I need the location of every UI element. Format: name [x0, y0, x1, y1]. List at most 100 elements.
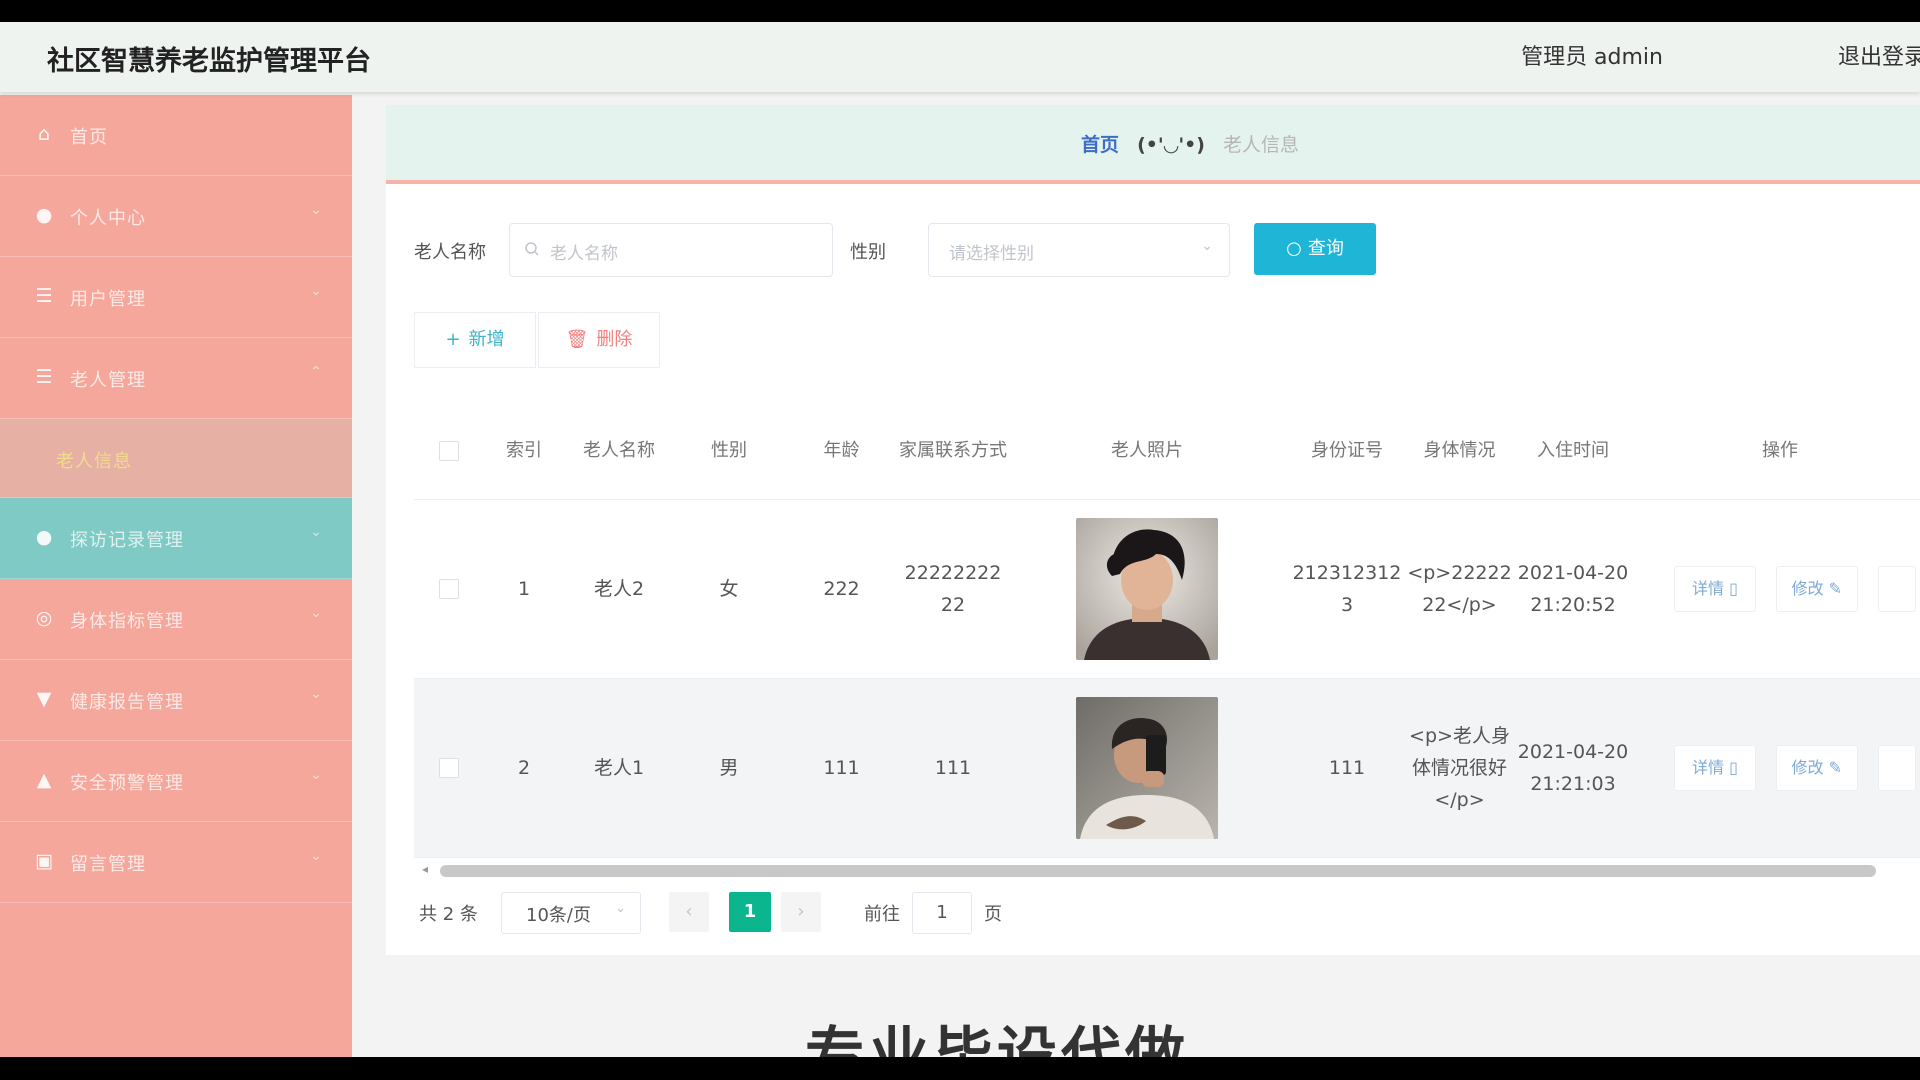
prev-page-button[interactable]: ‹ — [669, 892, 709, 932]
person-icon: ● — [35, 526, 53, 548]
sidebar-item-safety-alerts[interactable]: ▲ 安全预警管理 ⌄ — [0, 741, 352, 822]
column-header: 身体情况 — [1423, 439, 1496, 461]
gauge-icon: ◎ — [35, 607, 53, 629]
chevron-down-icon: ⌄ — [615, 901, 626, 916]
gender-cell: 女 — [719, 578, 739, 600]
column-header: 年龄 — [823, 439, 860, 461]
elderly-table: 索引 老人名称 性别 年龄 家属联系方式 老人照片 身份证号 身体情况 入住时间… — [414, 402, 1920, 858]
sidebar-item-label: 老人信息 — [56, 451, 132, 472]
sidebar-item-home[interactable]: ⌂ 首页 — [0, 95, 352, 176]
detail-button[interactable]: 详情 ▯ — [1674, 745, 1756, 791]
name-label: 老人名称 — [414, 242, 486, 263]
logout-link[interactable]: 退出登录 — [1838, 39, 1920, 71]
sidebar-item-label: 安全预警管理 — [70, 773, 184, 794]
row-select-cell — [414, 679, 484, 857]
breadcrumb-current: 老人信息 — [1223, 134, 1300, 156]
chevron-down-icon: ⌄ — [310, 686, 322, 702]
sidebar-item-label: 健康报告管理 — [70, 692, 184, 713]
operations-cell: 详情 ▯ 修改 ✎ — [1634, 679, 1920, 857]
plus-icon: + — [445, 329, 461, 350]
scroll-left-arrow-icon[interactable]: ◂ — [422, 862, 428, 876]
sidebar-item-users[interactable]: ☰ 用户管理 ⌄ — [0, 257, 352, 338]
query-button[interactable]: ○ 查询 — [1254, 223, 1376, 275]
edit-button[interactable]: 修改 ✎ — [1775, 566, 1858, 612]
sidebar: ⌂ 首页 ● 个人中心 ⌄ ☰ 用户管理 ⌄ ☰ 老人管理 ⌃ 老人信息 ● 探… — [0, 95, 352, 1057]
home-icon: ⌂ — [37, 123, 51, 145]
select-all-cell — [414, 402, 484, 499]
health-cell: <p>老人身体情况很好</p> — [1409, 725, 1510, 811]
row-checkbox[interactable] — [439, 758, 459, 778]
sidebar-item-label: 用户管理 — [70, 289, 146, 310]
chevron-down-icon: ⌄ — [310, 848, 322, 864]
sidebar-item-visits[interactable]: ● 探访记录管理 ⌄ — [0, 498, 352, 579]
detail-button-label: 详情 — [1691, 758, 1724, 777]
total-count: 共 2 条 — [419, 904, 478, 925]
checkin-time-cell: 2021-04-20 21:20:52 — [1517, 562, 1629, 616]
goto-page-input[interactable]: 1 — [912, 892, 972, 934]
column-header: 操作 — [1762, 439, 1798, 461]
detail-button[interactable]: 详情 ▯ — [1674, 566, 1756, 612]
contact-cell: 111 — [934, 757, 972, 779]
app-window: 社区智慧养老监护管理平台 管理员 admin 退出登录 ⌂ 首页 ● 个人中心 … — [0, 22, 1920, 1057]
chevron-up-icon: ⌃ — [310, 364, 322, 380]
column-header: 索引 — [506, 439, 542, 461]
chevron-left-icon: ‹ — [685, 901, 693, 922]
page-size-select[interactable]: 10条/页 ⌄ — [501, 892, 641, 934]
column-header: 老人名称 — [583, 439, 655, 461]
delete-row-button[interactable] — [1877, 745, 1917, 791]
page-number-current[interactable]: 1 — [729, 892, 771, 932]
delete-button[interactable]: 🗑 删除 — [538, 312, 660, 368]
sidebar-subitem-elderly-info[interactable]: 老人信息 — [0, 419, 352, 498]
edit-button[interactable]: 修改 ✎ — [1775, 745, 1858, 791]
breadcrumb: 首页 (•'◡'•) 老人信息 — [1081, 130, 1299, 157]
detail-button-label: 详情 — [1691, 579, 1724, 598]
goto-suffix: 页 — [984, 904, 1002, 925]
row-checkbox[interactable] — [439, 579, 459, 599]
column-header: 身份证号 — [1311, 439, 1383, 461]
health-cell: <p>2222222</p> — [1407, 562, 1512, 616]
alarm-icon: ▲ — [36, 769, 52, 791]
sidebar-item-label: 身体指标管理 — [70, 611, 184, 632]
table-horizontal-scrollbar[interactable]: ◂ — [414, 862, 1920, 878]
search-icon — [525, 242, 539, 256]
sidebar-item-messages[interactable]: ▣ 留言管理 ⌄ — [0, 822, 352, 903]
pencil-icon: ✎ — [1828, 758, 1843, 777]
watermark-text: 专业毕设代做 — [805, 1021, 1189, 1057]
admin-label: 管理员 admin — [1521, 45, 1663, 70]
photo-cell — [1007, 679, 1287, 857]
sidebar-item-body-metrics[interactable]: ◎ 身体指标管理 ⌄ — [0, 579, 352, 660]
edit-button-label: 修改 — [1791, 758, 1824, 777]
chevron-down-icon: ⌄ — [310, 605, 322, 621]
add-button-label: 新增 — [468, 329, 505, 350]
list-icon: ☰ — [35, 285, 53, 307]
goto-label: 前往 — [864, 904, 900, 925]
breadcrumb-home[interactable]: 首页 — [1081, 134, 1119, 156]
search-icon: ○ — [1286, 238, 1302, 259]
age-cell: 222 — [823, 578, 860, 600]
add-button[interactable]: + 新增 — [414, 312, 536, 368]
next-page-button[interactable]: › — [781, 892, 821, 932]
document-icon: ▯ — [1729, 758, 1738, 777]
breadcrumb-separator: (•'◡'•) — [1137, 134, 1205, 156]
sidebar-item-label: 探访记录管理 — [70, 530, 184, 551]
delete-row-button[interactable] — [1877, 566, 1917, 612]
scrollbar-thumb[interactable] — [440, 865, 1876, 877]
name-placeholder: 老人名称 — [550, 244, 618, 264]
gender-cell: 男 — [719, 757, 739, 779]
table-row: 1 老人2 女 222 2222222222 2123123123 <p>222… — [414, 500, 1920, 679]
sidebar-item-profile[interactable]: ● 个人中心 ⌄ — [0, 176, 352, 257]
sidebar-item-label: 首页 — [70, 127, 108, 148]
list-icon: ☰ — [35, 366, 53, 388]
select-all-checkbox[interactable] — [439, 440, 459, 461]
app-title: 社区智慧养老监护管理平台 — [47, 46, 371, 77]
document-icon: ▯ — [1729, 579, 1738, 598]
sidebar-item-label: 个人中心 — [70, 208, 146, 229]
id-number-cell: 111 — [1328, 757, 1366, 779]
sidebar-item-elderly[interactable]: ☰ 老人管理 ⌃ — [0, 338, 352, 419]
elderly-photo — [1076, 697, 1218, 839]
gender-select[interactable]: 请选择性别 ⌄ — [928, 223, 1230, 277]
name-search-input[interactable]: 老人名称 — [509, 223, 833, 277]
index-cell: 2 — [517, 757, 531, 779]
gender-placeholder: 请选择性别 — [949, 244, 1034, 264]
sidebar-item-health-reports[interactable]: ▼ 健康报告管理 ⌄ — [0, 660, 352, 741]
